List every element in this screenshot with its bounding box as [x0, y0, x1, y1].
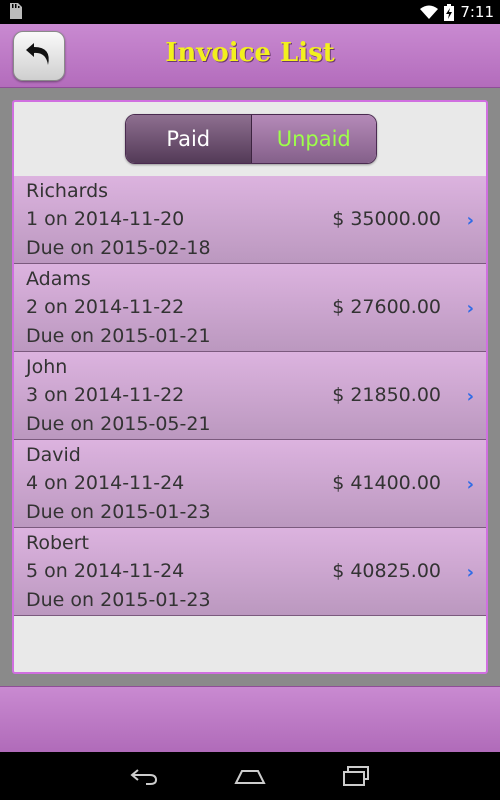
wifi-icon: [420, 5, 439, 19]
tab-unpaid[interactable]: Unpaid: [251, 115, 376, 163]
customer-name: Robert: [26, 532, 89, 554]
chevron-right-icon: ›: [466, 474, 474, 495]
invoice-amount: $ 40825.00: [332, 560, 441, 582]
invoice-number-date: 3 on 2014-11-22: [26, 384, 185, 406]
customer-name: Richards: [26, 180, 109, 202]
status-bar: 7:11: [0, 0, 500, 24]
invoice-number-date: 1 on 2014-11-20: [26, 208, 185, 230]
invoice-amount: $ 35000.00: [332, 208, 441, 230]
invoice-row[interactable]: John 3 on 2014-11-22 $ 21850.00 Due on 2…: [14, 352, 486, 440]
invoice-number-date: 2 on 2014-11-22: [26, 296, 185, 318]
customer-name: Adams: [26, 268, 91, 290]
bottom-bar: [0, 686, 500, 752]
tab-paid[interactable]: Paid: [126, 115, 252, 163]
status-indicators: 7:11: [420, 2, 494, 22]
invoice-row[interactable]: Robert 5 on 2014-11-24 $ 40825.00 Due on…: [14, 528, 486, 616]
due-date: Due on 2015-01-21: [26, 325, 211, 347]
nav-home-icon[interactable]: [232, 764, 268, 788]
invoice-number-date: 4 on 2014-11-24: [26, 472, 185, 494]
sd-card-icon: [8, 3, 22, 19]
chevron-right-icon: ›: [466, 386, 474, 407]
due-date: Due on 2015-02-18: [26, 237, 211, 259]
invoice-number-date: 5 on 2014-11-24: [26, 560, 185, 582]
invoice-row[interactable]: Adams 2 on 2014-11-22 $ 27600.00 Due on …: [14, 264, 486, 352]
nav-recents-icon[interactable]: [338, 764, 374, 788]
invoice-row[interactable]: David 4 on 2014-11-24 $ 41400.00 Due on …: [14, 440, 486, 528]
invoice-amount: $ 41400.00: [332, 472, 441, 494]
due-date: Due on 2015-01-23: [26, 501, 211, 523]
page-title: Invoice List: [165, 38, 335, 68]
header-bar: Invoice List: [0, 24, 500, 88]
chevron-right-icon: ›: [466, 562, 474, 583]
customer-name: John: [26, 356, 68, 378]
status-time: 7:11: [460, 3, 494, 21]
customer-name: David: [26, 444, 81, 466]
invoice-row[interactable]: Richards 1 on 2014-11-20 $ 35000.00 Due …: [14, 176, 486, 264]
nav-back-icon[interactable]: [126, 764, 162, 788]
chevron-right-icon: ›: [466, 210, 474, 231]
due-date: Due on 2015-01-23: [26, 589, 211, 611]
paid-unpaid-toggle: Paid Unpaid: [125, 114, 377, 164]
invoice-amount: $ 27600.00: [332, 296, 441, 318]
battery-charging-icon: [444, 3, 455, 21]
invoice-amount: $ 21850.00: [332, 384, 441, 406]
system-nav-bar: [0, 752, 500, 800]
chevron-right-icon: ›: [466, 298, 474, 319]
invoice-panel: Paid Unpaid Richards 1 on 2014-11-20 $ 3…: [12, 100, 488, 674]
invoice-list: Richards 1 on 2014-11-20 $ 35000.00 Due …: [14, 176, 486, 616]
due-date: Due on 2015-05-21: [26, 413, 211, 435]
